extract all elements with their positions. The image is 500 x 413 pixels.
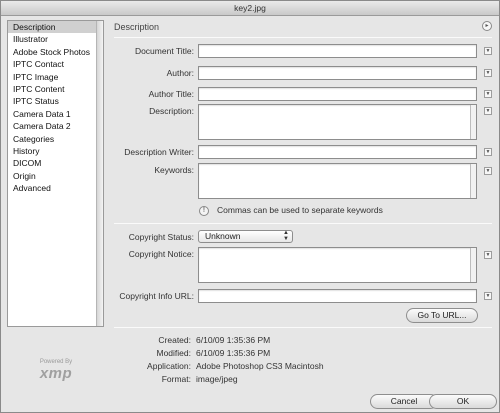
created-value: 6/10/09 1:35:36 PM (196, 335, 271, 345)
sidebar-item-illustrator[interactable]: Illustrator (8, 33, 97, 45)
category-list[interactable]: Description Illustrator Adobe Stock Phot… (7, 20, 104, 327)
file-info-window: key2.jpg Description Illustrator Adobe S… (0, 0, 500, 413)
keywords-scrollbar[interactable] (470, 164, 476, 198)
description-writer-menu-button[interactable]: ▼ (484, 148, 492, 156)
up-down-arrows-icon: ▲ ▼ (283, 230, 289, 242)
triangle-down-icon: ▼ (485, 108, 491, 114)
triangle-down-icon: ▼ (485, 48, 491, 54)
created-label: Created: (158, 335, 191, 345)
sidebar-item-camera-data-2[interactable]: Camera Data 2 (8, 120, 97, 132)
sidebar-item-dicom[interactable]: DICOM (8, 157, 97, 169)
document-title-label: Document Title: (134, 46, 194, 56)
copyright-url-label: Copyright Info URL: (119, 291, 194, 301)
category-items: Description Illustrator Adobe Stock Phot… (8, 21, 97, 326)
copyright-notice-textarea[interactable] (198, 247, 477, 283)
window-title: key2.jpg (1, 1, 499, 16)
copyright-url-menu-button[interactable]: ▼ (484, 292, 492, 300)
keywords-menu-button[interactable]: ▼ (484, 167, 492, 175)
copyright-status-label: Copyright Status: (128, 232, 194, 242)
sidebar-item-history[interactable]: History (8, 145, 97, 157)
copyright-status-select[interactable]: Unknown ▲ ▼ (198, 230, 293, 243)
circle-arrow-icon[interactable]: ▸ (482, 21, 492, 31)
application-label: Application: (147, 361, 191, 371)
application-row: Application: Adobe Photoshop CS3 Macintos… (114, 360, 324, 372)
created-row: Created: 6/10/09 1:35:36 PM (114, 334, 270, 346)
keywords-label: Keywords: (154, 165, 194, 175)
author-title-label: Author Title: (148, 89, 194, 99)
keywords-hint: ! Commas can be used to separate keywords (199, 205, 383, 216)
author-input[interactable] (198, 66, 477, 80)
xmp-logo-text: xmp (39, 365, 73, 382)
keywords-textarea[interactable] (198, 163, 477, 199)
sidebar-item-origin[interactable]: Origin (8, 170, 97, 182)
xmp-logo: Powered By xmp (31, 359, 81, 381)
description-label: Description: (149, 106, 194, 116)
section-divider (114, 37, 492, 38)
section-header: Description ▸ (114, 20, 492, 36)
modified-row: Modified: 6/10/09 1:35:36 PM (114, 347, 271, 359)
modified-label: Modified: (156, 348, 192, 358)
sidebar-item-categories[interactable]: Categories (8, 133, 97, 145)
description-textarea[interactable] (198, 104, 477, 140)
sidebar-item-camera-data-1[interactable]: Camera Data 1 (8, 108, 97, 120)
copyright-status-value: Unknown (205, 231, 241, 241)
go-to-url-button[interactable]: Go To URL... (406, 308, 478, 323)
sidebar-item-description[interactable]: Description (8, 21, 97, 34)
format-value: image/jpeg (196, 374, 238, 384)
triangle-down-icon: ▼ (485, 168, 491, 174)
sidebar-item-advanced[interactable]: Advanced (8, 182, 97, 194)
sidebar-scrollbar[interactable] (96, 21, 103, 326)
copyright-notice-menu-button[interactable]: ▼ (484, 251, 492, 259)
author-label: Author: (166, 68, 194, 78)
cancel-button[interactable]: Cancel (370, 394, 438, 409)
metadata-divider (114, 327, 492, 328)
copyright-notice-label: Copyright Notice: (128, 249, 194, 259)
format-row: Format: image/jpeg (114, 373, 238, 385)
triangle-down-icon: ▼ (485, 252, 491, 258)
author-title-menu-button[interactable]: ▼ (484, 90, 492, 98)
document-title-input[interactable] (198, 44, 477, 58)
triangle-down-icon: ▼ (485, 70, 491, 76)
copyright-divider (114, 223, 492, 224)
description-writer-input[interactable] (198, 145, 477, 159)
document-title-menu-button[interactable]: ▼ (484, 47, 492, 55)
description-menu-button[interactable]: ▼ (484, 107, 492, 115)
copyright-url-input[interactable] (198, 289, 477, 303)
sidebar-item-adobe-stock-photos[interactable]: Adobe Stock Photos (8, 46, 97, 58)
application-value: Adobe Photoshop CS3 Macintosh (196, 361, 324, 371)
author-title-input[interactable] (198, 87, 477, 101)
author-menu-button[interactable]: ▼ (484, 69, 492, 77)
keywords-hint-text: Commas can be used to separate keywords (217, 205, 383, 215)
format-label: Format: (161, 374, 191, 384)
sidebar-item-iptc-image[interactable]: IPTC Image (8, 71, 97, 83)
triangle-down-icon: ▼ (485, 91, 491, 97)
triangle-down-icon: ▼ (485, 149, 491, 155)
section-title: Description (114, 22, 160, 32)
info-icon: ! (199, 205, 209, 216)
modified-value: 6/10/09 1:35:36 PM (196, 348, 271, 358)
copyright-notice-scrollbar[interactable] (470, 248, 476, 282)
description-writer-label: Description Writer: (124, 147, 194, 157)
ok-button[interactable]: OK (429, 394, 497, 409)
sidebar-item-iptc-contact[interactable]: IPTC Contact (8, 58, 97, 70)
sidebar-item-iptc-status[interactable]: IPTC Status (8, 95, 97, 107)
description-scrollbar[interactable] (470, 105, 476, 139)
sidebar-item-iptc-content[interactable]: IPTC Content (8, 83, 97, 95)
triangle-down-icon: ▼ (485, 293, 491, 299)
